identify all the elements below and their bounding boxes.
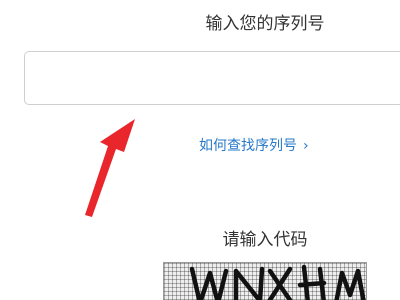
chevron-right-icon: › (303, 138, 309, 154)
red-arrow-shape (85, 119, 135, 217)
captcha-image (163, 262, 367, 300)
serial-number-title: 输入您的序列号 (205, 14, 325, 34)
captcha-glyphs (189, 264, 366, 300)
serial-number-input[interactable] (24, 51, 400, 105)
captcha-title: 请输入代码 (222, 230, 308, 250)
serial-entry-page: 输入您的序列号 如何查找序列号 › 请输入代码 (0, 0, 400, 300)
find-serial-number-link-label: 如何查找序列号 (199, 138, 297, 154)
find-serial-number-link[interactable]: 如何查找序列号 › (199, 136, 309, 156)
